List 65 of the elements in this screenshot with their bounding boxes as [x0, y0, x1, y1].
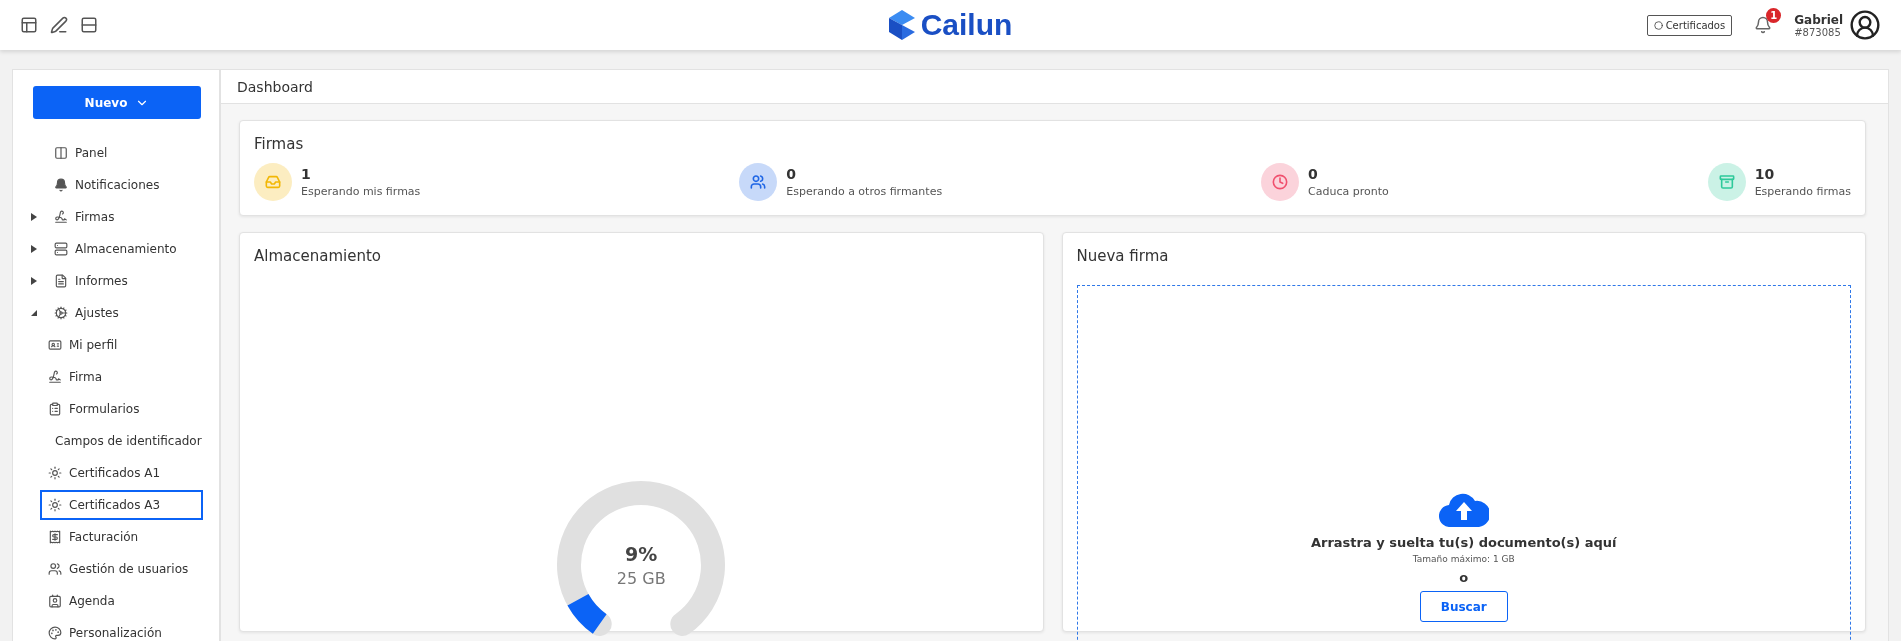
layout-icon[interactable] [20, 16, 38, 34]
signature-icon [54, 210, 68, 224]
signature-icon [48, 370, 62, 384]
bell-icon [54, 178, 68, 192]
sidebar-item[interactable]: Gestión de usuarios [40, 554, 203, 584]
stat-count: 10 [1754, 166, 1776, 182]
sidebar-item[interactable]: Agenda [40, 586, 203, 616]
sidebar-item[interactable]: Certificados A3 [40, 490, 203, 520]
card-title: Almacenamiento [254, 247, 382, 265]
page-title: Dashboard [221, 70, 1888, 104]
caret-icon[interactable] [31, 309, 38, 317]
sidebar-item[interactable]: Almacenamiento [46, 234, 185, 264]
certificates-button[interactable]: Certificados [1646, 14, 1733, 36]
cloud-upload-icon [1438, 491, 1489, 527]
browse-button[interactable]: Buscar [1419, 591, 1508, 622]
max-size-note: Tamaño máximo: 1 GB [1412, 554, 1515, 564]
sidebar-item[interactable]: Firmas [46, 202, 123, 232]
storage-amount: 25 GB [616, 568, 666, 588]
sidebar-item[interactable]: Campos de identificador [40, 426, 203, 456]
sidebar-item[interactable]: Certificados A1 [40, 458, 203, 488]
stat-count: 0 [786, 166, 797, 182]
notification-badge: 1 [1766, 8, 1782, 23]
sidebar-item[interactable]: Panel [46, 138, 116, 168]
pen-icon[interactable] [50, 16, 68, 34]
notification-bell-icon[interactable] [1754, 16, 1773, 34]
or-separator: o [1459, 570, 1469, 585]
user-name: Gabriel [1794, 12, 1843, 27]
stat-label: Caduca pronto [1308, 185, 1389, 198]
logo-text: Cailun [920, 8, 1013, 42]
sidebar-item[interactable]: Facturación [40, 522, 203, 552]
sidebar-item[interactable]: Firma [40, 362, 203, 392]
stat-count: 0 [1308, 166, 1319, 182]
stat-label: Esperando a otros firmantes [786, 185, 943, 198]
caret-icon[interactable] [31, 213, 38, 221]
settings-icon [54, 306, 68, 320]
sidebar-item[interactable]: Formularios [40, 394, 203, 424]
stat-label: Esperando firmas [1754, 185, 1851, 198]
sidebar-item[interactable]: Ajustes [46, 298, 127, 328]
stat-label: Esperando mis firmas [301, 185, 421, 198]
storage-percent: 9% [625, 542, 658, 565]
contact-card-icon [48, 594, 62, 608]
document-icon [54, 274, 68, 288]
server-icon [54, 242, 68, 256]
card-title: Firmas [254, 135, 305, 153]
card-title: Nueva firma [1076, 247, 1170, 265]
sidebar-item[interactable]: Mi perfil [40, 330, 203, 360]
columns-icon [54, 146, 68, 160]
logo-icon [888, 10, 915, 40]
receipt-icon [48, 530, 62, 544]
drop-instructions: Arrastra y suelta tu(s) documento(s) aquí [1310, 535, 1617, 550]
users-icon [48, 562, 62, 576]
avatar-icon[interactable] [1849, 9, 1881, 41]
user-id: #873085 [1794, 26, 1842, 38]
circle-icon [1653, 20, 1663, 30]
sidebar-item[interactable]: Notificaciones [46, 170, 168, 200]
rows-icon[interactable] [80, 16, 98, 34]
stat-count: 1 [301, 166, 312, 182]
sidebar-item[interactable]: Personalización [40, 618, 203, 641]
caret-icon[interactable] [31, 277, 38, 285]
palette-icon [48, 626, 62, 640]
new-button[interactable]: Nuevo [33, 86, 201, 119]
caret-icon[interactable] [31, 245, 38, 253]
sidebar-item[interactable]: Informes [46, 266, 136, 296]
id-card-icon [48, 338, 62, 352]
clipboard-icon [48, 402, 62, 416]
